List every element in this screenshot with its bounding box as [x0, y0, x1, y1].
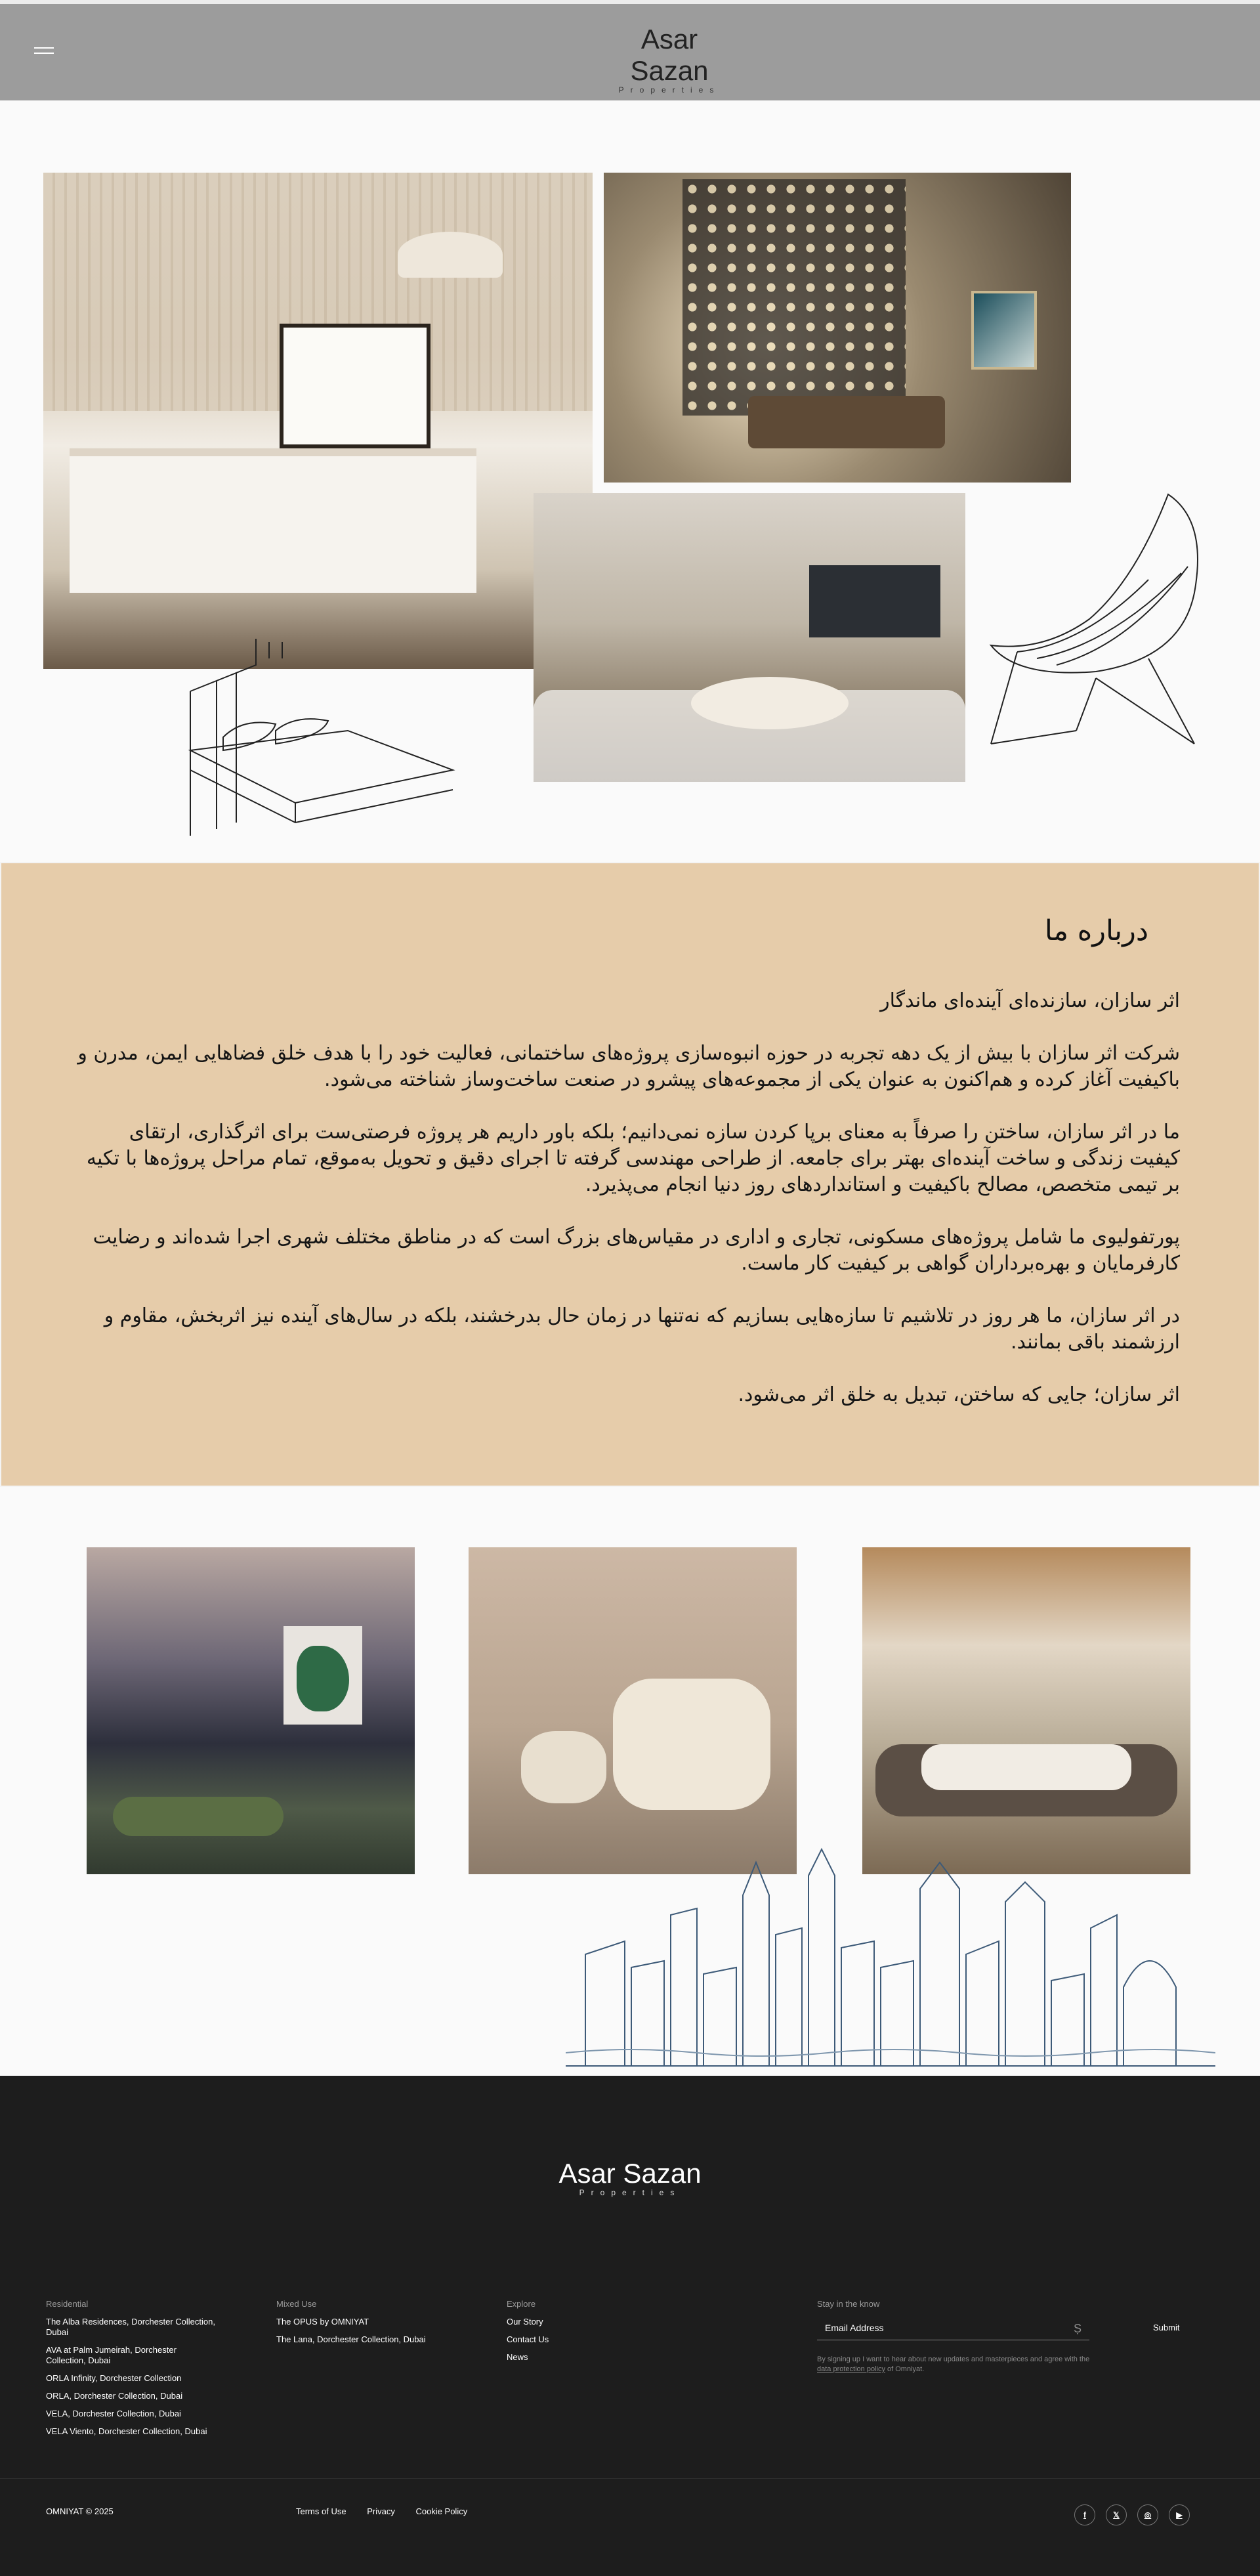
submit-button[interactable]: Submit [1153, 2323, 1179, 2332]
site-footer: Asar Sazan Properties Residential The Al… [0, 2076, 1260, 2576]
brand-mark-icon: Ṣ [1073, 2322, 1082, 2335]
footer-column-mixed-use: Mixed Use The OPUS by OMNIYAT The Lana, … [276, 2299, 473, 2352]
footer-link[interactable]: ORLA, Dorchester Collection, Dubai [46, 2391, 217, 2401]
footer-link[interactable]: VELA, Dorchester Collection, Dubai [46, 2409, 217, 2419]
footer-column-residential: Residential The Alba Residences, Dorches… [46, 2299, 217, 2444]
data-protection-policy-link[interactable]: data protection policy [817, 2365, 885, 2373]
hamburger-menu-icon[interactable] [34, 43, 56, 58]
newsletter-legal-text: By signing up I want to hear about new u… [817, 2355, 1093, 2374]
footer-link[interactable]: VELA Viento, Dorchester Collection, Duba… [46, 2426, 217, 2437]
penthouse-lounge-photo [87, 1547, 415, 1874]
about-title: درباره ما [1044, 914, 1148, 947]
footer-link[interactable]: The Alba Residences, Dorchester Collecti… [46, 2317, 217, 2338]
footer-brand-tagline: Properties [579, 2188, 681, 2197]
email-field-wrapper: Ṣ [817, 2318, 1089, 2340]
about-paragraph: ما در اثر سازان، ساختن را صرفاً به معنای… [86, 1121, 1180, 1196]
newsletter-signup: Stay in the know Ṣ Submit By signing up … [817, 2299, 1179, 2374]
footer-column-explore: Explore Our Story Contact Us News [507, 2299, 638, 2370]
staircase-lobby-photo [604, 173, 1071, 483]
newsletter-heading: Stay in the know [817, 2299, 880, 2309]
lounge-chair-sketch-illustration [989, 493, 1198, 744]
armchair-photo [469, 1547, 797, 1874]
about-paragraph: پورتفولیوی ما شامل پروژه‌های مسکونی، تجا… [93, 1226, 1180, 1275]
social-links: f 𝕏 ◎ ▶ [1074, 2504, 1190, 2525]
footer-bottom-bar: OMNIYAT © 2025 Terms of Use Privacy Cook… [0, 2478, 1260, 2576]
grand-lobby-photo [862, 1547, 1190, 1874]
privacy-link[interactable]: Privacy [367, 2506, 395, 2516]
facebook-icon[interactable]: f [1074, 2504, 1095, 2525]
hero-collage [0, 100, 1260, 862]
brand-logo[interactable]: Asar Sazan Properties [604, 24, 735, 95]
legal-suffix: of Omniyat. [885, 2365, 925, 2373]
cookie-policy-link[interactable]: Cookie Policy [415, 2506, 467, 2516]
footer-brand-wordmark: Asar Sazan [558, 2158, 702, 2189]
email-input[interactable] [817, 2318, 1053, 2338]
about-body: اثر سازان، سازنده‌ای آینده‌ای ماندگار شر… [77, 988, 1180, 1434]
footer-link[interactable]: AVA at Palm Jumeirah, Dorchester Collect… [46, 2345, 217, 2366]
brand-wordmark: Asar Sazan [630, 24, 709, 86]
site-header: Asar Sazan Properties [0, 0, 1260, 100]
x-icon[interactable]: 𝕏 [1106, 2504, 1127, 2525]
footer-column-heading: Explore [507, 2299, 536, 2309]
about-paragraph: اثر سازان؛ جایی که ساختن، تبدیل به خلق ا… [738, 1383, 1180, 1406]
legal-prefix: By signing up I want to hear about new u… [817, 2355, 1090, 2363]
copyright-text: OMNIYAT © 2025 [46, 2506, 114, 2516]
instagram-icon[interactable]: ◎ [1137, 2504, 1158, 2525]
terms-of-use-link[interactable]: Terms of Use [296, 2506, 346, 2516]
city-skyline-sketch-illustration [566, 1847, 1215, 2067]
bed-sketch-illustration [188, 639, 455, 836]
footer-link[interactable]: ORLA Infinity, Dorchester Collection [46, 2373, 217, 2384]
about-paragraph: در اثر سازان، ما هر روز در تلاشیم تا ساز… [104, 1304, 1180, 1354]
footer-link[interactable]: News [507, 2352, 638, 2363]
footer-column-heading: Residential [46, 2299, 89, 2309]
about-paragraph: شرکت اثر سازان با بیش از یک دهه تجربه در… [77, 1042, 1180, 1091]
youtube-icon[interactable]: ▶ [1169, 2504, 1190, 2525]
footer-brand-logo[interactable]: Asar Sazan Properties [558, 2158, 702, 2210]
about-paragraph: اثر سازان، سازنده‌ای آینده‌ای ماندگار [880, 989, 1180, 1012]
legal-links: Terms of Use Privacy Cookie Policy [296, 2506, 486, 2516]
interior-gallery [0, 1487, 1260, 2076]
footer-link[interactable]: The OPUS by OMNIYAT [276, 2317, 473, 2327]
brand-tagline: Properties [618, 85, 721, 95]
footer-link[interactable]: Our Story [507, 2317, 638, 2327]
living-room-photo [534, 493, 965, 782]
footer-column-heading: Mixed Use [276, 2299, 317, 2309]
footer-link[interactable]: Contact Us [507, 2334, 638, 2345]
footer-link[interactable]: The Lana, Dorchester Collection, Dubai [276, 2334, 473, 2345]
about-section: درباره ما اثر سازان، سازنده‌ای آینده‌ای … [0, 862, 1260, 1487]
bedroom-photo [43, 173, 593, 669]
